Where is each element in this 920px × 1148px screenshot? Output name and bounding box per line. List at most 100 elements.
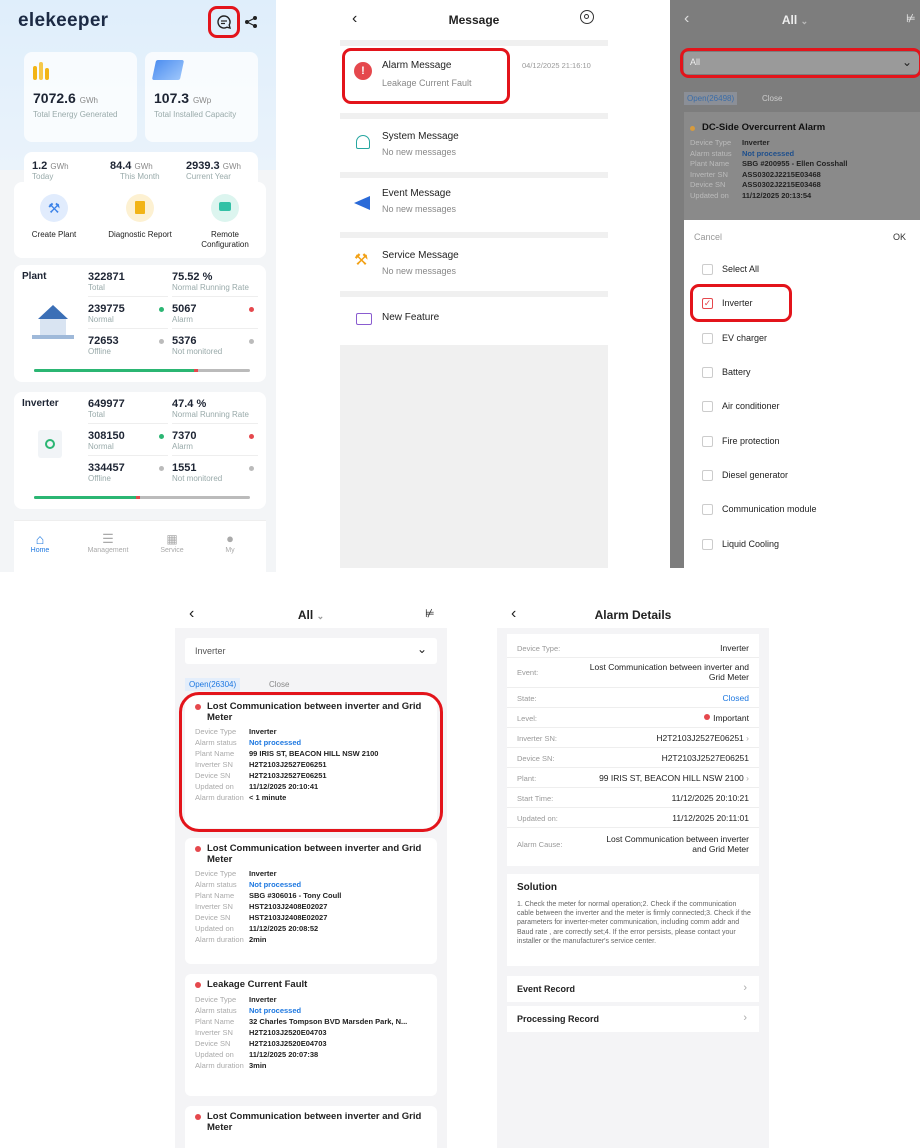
nav-my[interactable]: ● My — [210, 531, 250, 554]
stat-today-label: Today — [32, 172, 54, 181]
inverter-alarm[interactable]: 7370 Alarm — [172, 430, 258, 456]
new-feature-item[interactable]: New Feature — [340, 297, 608, 343]
nav-service[interactable]: ▦ Service — [150, 531, 194, 554]
share-icon[interactable] — [241, 12, 261, 32]
cancel-button[interactable]: Cancel — [694, 232, 722, 242]
home-screen: elekeeper 7072.6 GWh Total Energy Genera… — [0, 0, 276, 572]
settings-icon[interactable] — [580, 10, 594, 24]
filter-title[interactable]: All ⌄ — [670, 13, 920, 27]
inverter-total-value: 649977 — [88, 398, 125, 410]
option-diesel-generator[interactable]: Diesel generator — [684, 462, 920, 492]
inverter-offline[interactable]: 334457 Offline — [88, 462, 168, 488]
tab-close[interactable]: Close — [762, 94, 782, 103]
checkbox[interactable] — [702, 539, 713, 550]
inverter-status-bar — [34, 496, 250, 499]
plant-normal[interactable]: 239775 Normal — [88, 303, 168, 329]
alarm-card[interactable]: Leakage Current Fault Device Type Inverte… — [185, 974, 437, 1096]
option-ev-charger[interactable]: EV charger — [684, 325, 920, 355]
stat-today-unit: GWh — [50, 162, 69, 171]
alarm-card[interactable]: Lost Communication between inverter and … — [185, 838, 437, 964]
detail-label: Level: — [517, 714, 538, 723]
inverter-card[interactable]: Inverter 649977 Total 47.4 % Normal Runn… — [14, 392, 266, 509]
service-message-item[interactable]: ⚒ Service Message No new messages — [340, 238, 608, 290]
plant-alarm-value: 5067 — [172, 303, 197, 315]
option-liquid-cooling[interactable]: Liquid Cooling — [684, 531, 920, 561]
device-type-select[interactable]: Inverter ⌄ — [185, 638, 437, 664]
plant-offline[interactable]: 72653 Offline — [88, 335, 168, 361]
checkbox[interactable] — [702, 470, 713, 481]
detail-row-updated-on: Updated on: 11/12/2025 20:11:01 — [507, 808, 759, 828]
alarm-status-dot — [195, 1114, 201, 1120]
field-value: Not processed — [742, 148, 795, 158]
checkbox[interactable] — [702, 264, 713, 275]
field-value: H2T2103J2520E04703 — [249, 1039, 327, 1048]
remote-configuration-button[interactable]: Remote Configuration — [194, 194, 256, 250]
checkbox[interactable] — [702, 436, 713, 447]
filter-icon[interactable]: ⊭ — [425, 607, 435, 620]
create-plant-button[interactable]: ⚒ Create Plant — [24, 194, 84, 239]
level-dot — [704, 714, 711, 720]
diagnostic-report-button[interactable]: Diagnostic Report — [102, 194, 178, 239]
event-message-item[interactable]: Event Message No new messages — [340, 178, 608, 230]
ok-button[interactable]: OK — [893, 232, 906, 242]
field-label: Device Type — [690, 138, 732, 147]
option-battery[interactable]: Battery — [684, 359, 920, 389]
plant-rate-label: Normal Running Rate — [172, 283, 249, 292]
event-record-button[interactable]: Event Record › — [507, 976, 759, 1002]
checkbox[interactable] — [702, 367, 713, 378]
tab-open[interactable]: Open(26304) — [185, 678, 241, 691]
inverter-not-monitored-value: 1551 — [172, 462, 197, 474]
alarm-list-title[interactable]: All ⌄ — [175, 608, 447, 622]
inverter-offline-value: 334457 — [88, 462, 125, 474]
option-select-all[interactable]: Select All — [684, 256, 920, 286]
stat-today: 1.2 GWh Today — [32, 160, 69, 181]
plant-rate: 75.52 % Normal Running Rate — [172, 271, 258, 297]
processing-record-button[interactable]: Processing Record › — [507, 1006, 759, 1032]
field-value: ASS0302J2215E03468 — [742, 169, 821, 179]
checkbox[interactable] — [702, 333, 713, 344]
alarm-status-dot — [195, 846, 201, 852]
plant-not-monitored[interactable]: 5376 Not monitored — [172, 335, 258, 361]
alarm-card-title: Leakage Current Fault — [207, 979, 308, 990]
nav-home[interactable]: ⌂ Home — [18, 531, 62, 554]
option-air-conditioner[interactable]: Air conditioner — [684, 393, 920, 423]
option-label: Diesel generator — [722, 470, 789, 480]
alarm-card-title: Lost Communication between inverter and … — [207, 1111, 422, 1133]
option-communication-module[interactable]: Communication module — [684, 496, 920, 526]
event-message-title: Event Message — [382, 188, 451, 199]
tab-open[interactable]: Open(26498) — [684, 92, 738, 105]
field-label: Device Type — [195, 869, 237, 878]
inverter-normal-value: 308150 — [88, 430, 125, 442]
event-record-label: Event Record — [517, 984, 576, 994]
field-value: Inverter — [742, 138, 770, 147]
detail-row-plant[interactable]: Plant: 99 IRIS ST, BEACON HILL NSW 2100 … — [507, 768, 759, 788]
checkbox[interactable] — [702, 504, 713, 515]
filter-screen: ‹ All ⌄ ⊭ All ⌄ Open(26498) Close DC-Sid… — [670, 0, 920, 568]
alarm-card[interactable]: Lost Communication between inverter and … — [185, 1106, 437, 1148]
detail-value: Inverter — [720, 643, 749, 653]
plant-card[interactable]: Plant 322871 Total 75.52 % Normal Runnin… — [14, 265, 266, 382]
field-label: Device SN — [690, 180, 726, 189]
inverter-normal[interactable]: 308150 Normal — [88, 430, 168, 456]
alarm-card-highlight — [179, 692, 443, 832]
inverter-normal-label: Normal — [88, 442, 114, 451]
new-feature-title: New Feature — [382, 312, 440, 323]
tab-close[interactable]: Close — [269, 680, 289, 689]
checkbox[interactable] — [702, 401, 713, 412]
alarm-dot — [249, 434, 254, 439]
plant-alarm[interactable]: 5067 Alarm — [172, 303, 258, 329]
inverter-total: 649977 Total — [88, 398, 168, 424]
nav-management[interactable]: ☰ Management — [80, 531, 136, 554]
inverter-not-monitored[interactable]: 1551 Not monitored — [172, 462, 258, 488]
inverter-alarm-value: 7370 — [172, 430, 197, 442]
option-fire-protection[interactable]: Fire protection — [684, 428, 920, 458]
alarm-card-fields: Device Type Inverter Alarm status Not proc… — [195, 994, 407, 1071]
detail-value: 11/12/2025 20:11:01 — [672, 813, 749, 823]
stat-month: 84.4 GWh This Month — [110, 160, 160, 181]
alarm-card[interactable]: DC-Side Overcurrent Alarm Device Type Inv… — [684, 112, 920, 222]
filter-icon[interactable]: ⊭ — [906, 12, 918, 25]
detail-row-inverter-sn[interactable]: Inverter SN: H2T2103J2527E06251 › — [507, 728, 759, 748]
field-value: HST2103J2408E02027 — [249, 913, 328, 922]
system-message-item[interactable]: System Message No new messages — [340, 119, 608, 171]
not-monitored-dot — [249, 466, 254, 471]
